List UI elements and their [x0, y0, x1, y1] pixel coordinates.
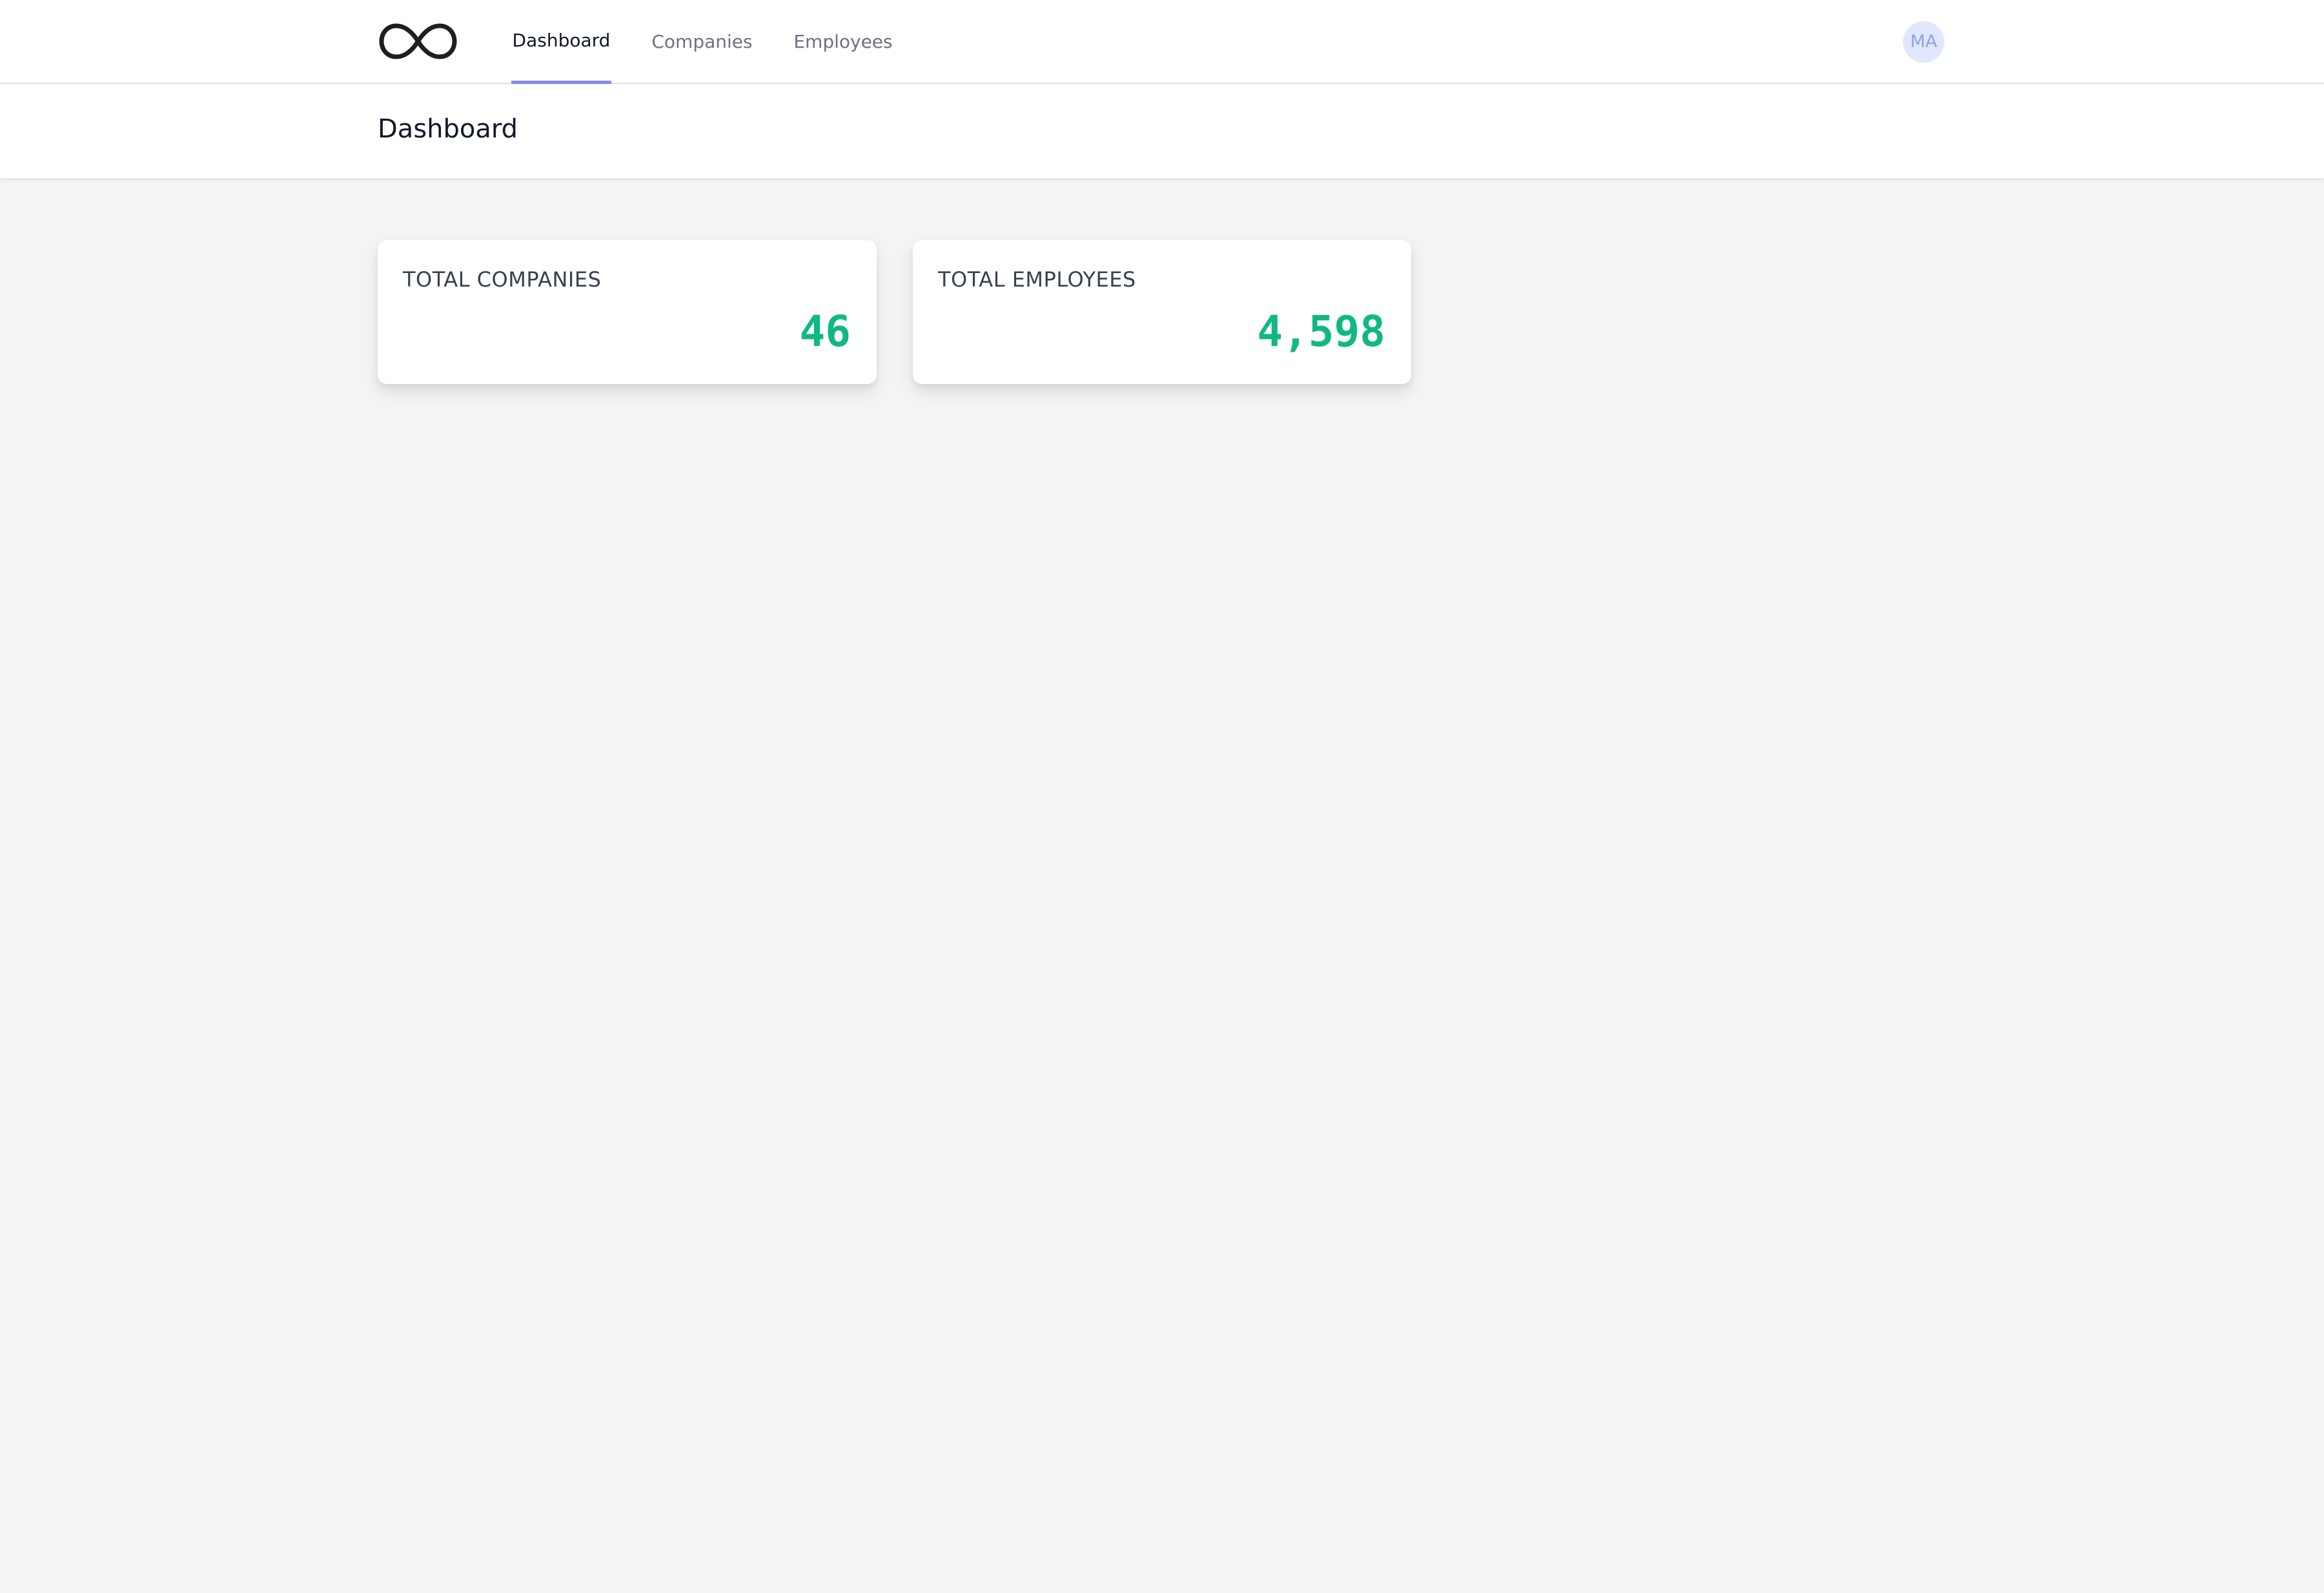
nav-tab-dashboard[interactable]: Dashboard: [511, 0, 611, 84]
nav-tab-companies[interactable]: Companies: [646, 0, 759, 84]
stat-card-total-companies: TOTAL COMPANIES 46: [378, 240, 877, 384]
infinity-logo-icon-svg: [379, 23, 457, 59]
page-title: Dashboard: [378, 114, 518, 144]
stat-value: 4,598: [1257, 307, 1385, 356]
nav-tab-employees[interactable]: Employees: [792, 0, 894, 84]
stat-label: TOTAL EMPLOYEES: [938, 267, 1136, 292]
page-header: Dashboard: [0, 85, 2324, 178]
user-avatar[interactable]: MA: [1903, 21, 1944, 63]
stat-card-total-employees: TOTAL EMPLOYEES 4,598: [913, 240, 1411, 384]
infinity-logo-icon[interactable]: [378, 21, 458, 61]
stat-value: 46: [799, 307, 851, 356]
stat-label: TOTAL COMPANIES: [403, 267, 602, 292]
top-navigation: Dashboard Companies Employees MA: [0, 0, 2324, 84]
